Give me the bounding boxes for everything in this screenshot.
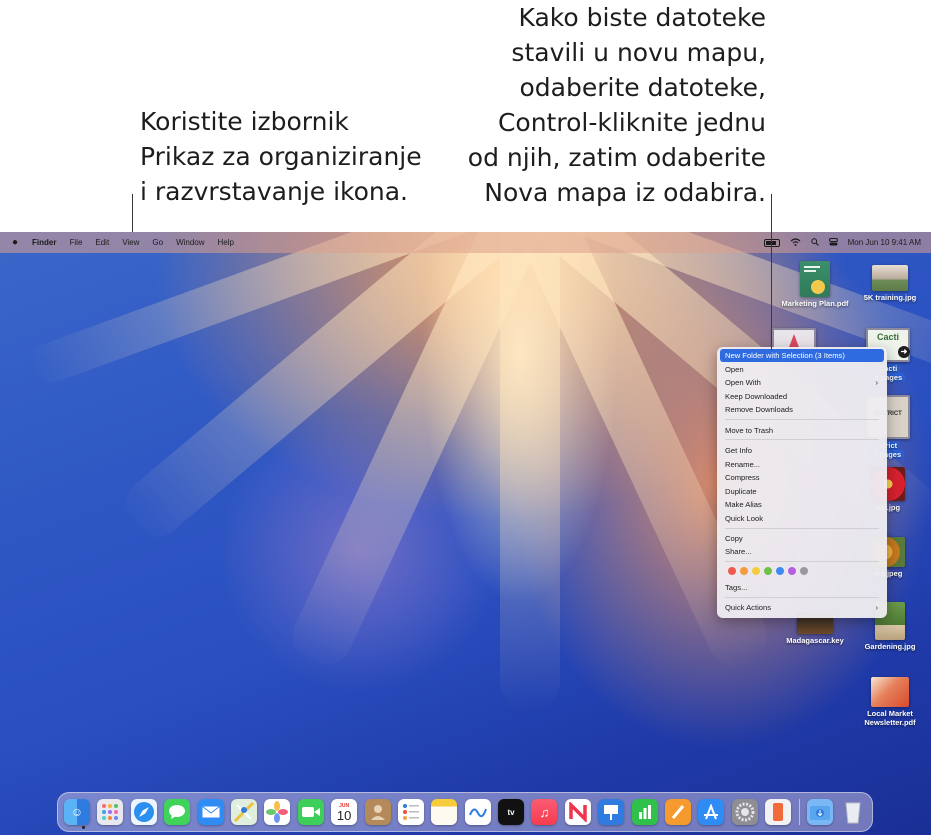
callout-view-menu: Koristite izbornik Prikaz za organiziran…	[140, 107, 422, 206]
tag-yellow-button[interactable]	[752, 567, 760, 575]
calendar-day: 10	[336, 807, 352, 823]
pages-icon[interactable]	[665, 799, 692, 825]
menu-bar-clock[interactable]: Mon Jun 10 9:41 AM	[848, 238, 921, 247]
tag-blue-button[interactable]	[776, 567, 784, 575]
keynote-icon[interactable]	[598, 799, 625, 825]
chevron-right-icon: ›	[875, 378, 878, 387]
leader-line-right	[771, 194, 772, 350]
menu-item-tags[interactable]: Tags...	[720, 581, 884, 594]
running-indicator	[82, 826, 85, 829]
menu-file[interactable]: File	[70, 238, 83, 247]
control-center-icon[interactable]	[828, 237, 838, 248]
file-label: Local Market Newsletter.pdf	[864, 709, 916, 727]
chevron-right-icon: ›	[875, 603, 878, 612]
system-settings-icon[interactable]	[731, 799, 758, 825]
facetime-icon[interactable]	[297, 799, 324, 825]
callout-new-folder: Kako biste datoteke stavili u novu mapu,…	[467, 3, 766, 207]
file-label: Marketing Plan.pdf	[781, 299, 849, 308]
notes-icon[interactable]	[431, 799, 458, 825]
tag-purple-button[interactable]	[788, 567, 796, 575]
menu-item-quick-look[interactable]: Quick Look	[720, 512, 884, 525]
menu-separator	[725, 439, 879, 440]
thumbnail-title: Cacti	[876, 332, 899, 342]
tag-gray-button[interactable]	[800, 567, 808, 575]
desktop-file-5k-training[interactable]: 5K training.jpg	[850, 265, 930, 302]
freeform-icon[interactable]	[464, 799, 491, 825]
menu-item-label: Open With	[725, 378, 761, 387]
arrow-right-circle-icon: ➜	[898, 346, 910, 358]
dock-separator	[798, 799, 800, 825]
menu-item-share[interactable]: Share...	[720, 545, 884, 558]
numbers-icon[interactable]	[631, 799, 658, 825]
messages-icon[interactable]	[164, 799, 191, 825]
file-label: Gardening.jpg	[864, 642, 916, 651]
menu-item-rename[interactable]: Rename...	[720, 458, 884, 471]
wifi-icon[interactable]	[790, 237, 801, 248]
dock: ☺ JUN 10 tv ♫	[57, 792, 873, 832]
file-label: Madagascar.key	[786, 636, 844, 645]
tv-label: tv	[507, 807, 515, 817]
menu-item-open-with[interactable]: Open With ›	[720, 376, 884, 389]
tag-orange-button[interactable]	[740, 567, 748, 575]
trash-icon[interactable]	[840, 799, 866, 825]
mail-icon[interactable]	[197, 799, 224, 825]
leader-line-left	[132, 194, 133, 232]
menu-item-open[interactable]: Open	[720, 363, 884, 376]
tag-red-button[interactable]	[728, 567, 736, 575]
finder-face-icon: ☺	[70, 805, 84, 819]
menu-item-duplicate[interactable]: Duplicate	[720, 485, 884, 498]
desktop[interactable]: ● Finder File Edit View Go Window Help M…	[0, 232, 931, 835]
menu-help[interactable]: Help	[218, 238, 234, 247]
menu-item-label: Quick Actions	[725, 603, 772, 612]
menu-item-move-to-trash[interactable]: Move to Trash	[720, 424, 884, 437]
news-icon[interactable]	[564, 799, 591, 825]
menu-item-make-alias[interactable]: Make Alias	[720, 498, 884, 511]
menu-separator	[725, 597, 879, 598]
pdf-thumbnail	[871, 677, 909, 707]
spotlight-search-icon[interactable]	[810, 237, 819, 248]
menu-bar: ● Finder File Edit View Go Window Help M…	[0, 232, 931, 253]
app-store-icon[interactable]	[698, 799, 725, 825]
desktop-file-marketing-plan[interactable]: Marketing Plan.pdf	[775, 261, 855, 308]
photos-icon[interactable]	[264, 799, 291, 825]
iphone-mirroring-icon[interactable]	[765, 799, 792, 825]
menu-item-get-info[interactable]: Get Info	[720, 444, 884, 457]
context-menu: New Folder with Selection (3 Items) Open…	[717, 347, 887, 618]
file-label: 5K training.jpg	[863, 293, 917, 302]
menu-finder[interactable]: Finder	[32, 238, 56, 247]
downloads-folder-icon[interactable]	[806, 799, 833, 825]
tag-green-button[interactable]	[764, 567, 772, 575]
menu-window[interactable]: Window	[176, 238, 204, 247]
finder-icon[interactable]: ☺	[64, 799, 90, 829]
menu-view[interactable]: View	[122, 238, 139, 247]
menu-item-quick-actions[interactable]: Quick Actions ›	[720, 601, 884, 614]
menu-separator	[725, 561, 879, 562]
pdf-thumbnail	[800, 261, 830, 297]
menu-separator	[725, 528, 879, 529]
menu-item-copy[interactable]: Copy	[720, 532, 884, 545]
calendar-icon[interactable]: JUN 10	[331, 799, 358, 825]
menu-go[interactable]: Go	[152, 238, 163, 247]
menu-separator	[725, 419, 879, 420]
menu-item-remove-downloads[interactable]: Remove Downloads	[720, 403, 884, 416]
tag-color-row	[728, 567, 812, 575]
photo-thumbnail	[872, 265, 908, 291]
menu-item-new-folder-with-selection[interactable]: New Folder with Selection (3 Items)	[720, 349, 884, 362]
menu-edit[interactable]: Edit	[95, 238, 109, 247]
apple-menu-icon[interactable]: ●	[12, 237, 18, 248]
tv-icon[interactable]: tv	[498, 799, 525, 825]
menu-item-compress[interactable]: Compress	[720, 471, 884, 484]
launchpad-icon[interactable]	[97, 799, 124, 825]
desktop-file-local-market-newsletter[interactable]: Local Market Newsletter.pdf	[850, 677, 930, 727]
safari-icon[interactable]	[130, 799, 157, 825]
menu-item-keep-downloaded[interactable]: Keep Downloaded	[720, 390, 884, 403]
reminders-icon[interactable]	[397, 799, 424, 825]
maps-icon[interactable]	[230, 799, 257, 825]
contacts-icon[interactable]	[364, 799, 391, 825]
music-icon[interactable]: ♫	[531, 799, 558, 825]
